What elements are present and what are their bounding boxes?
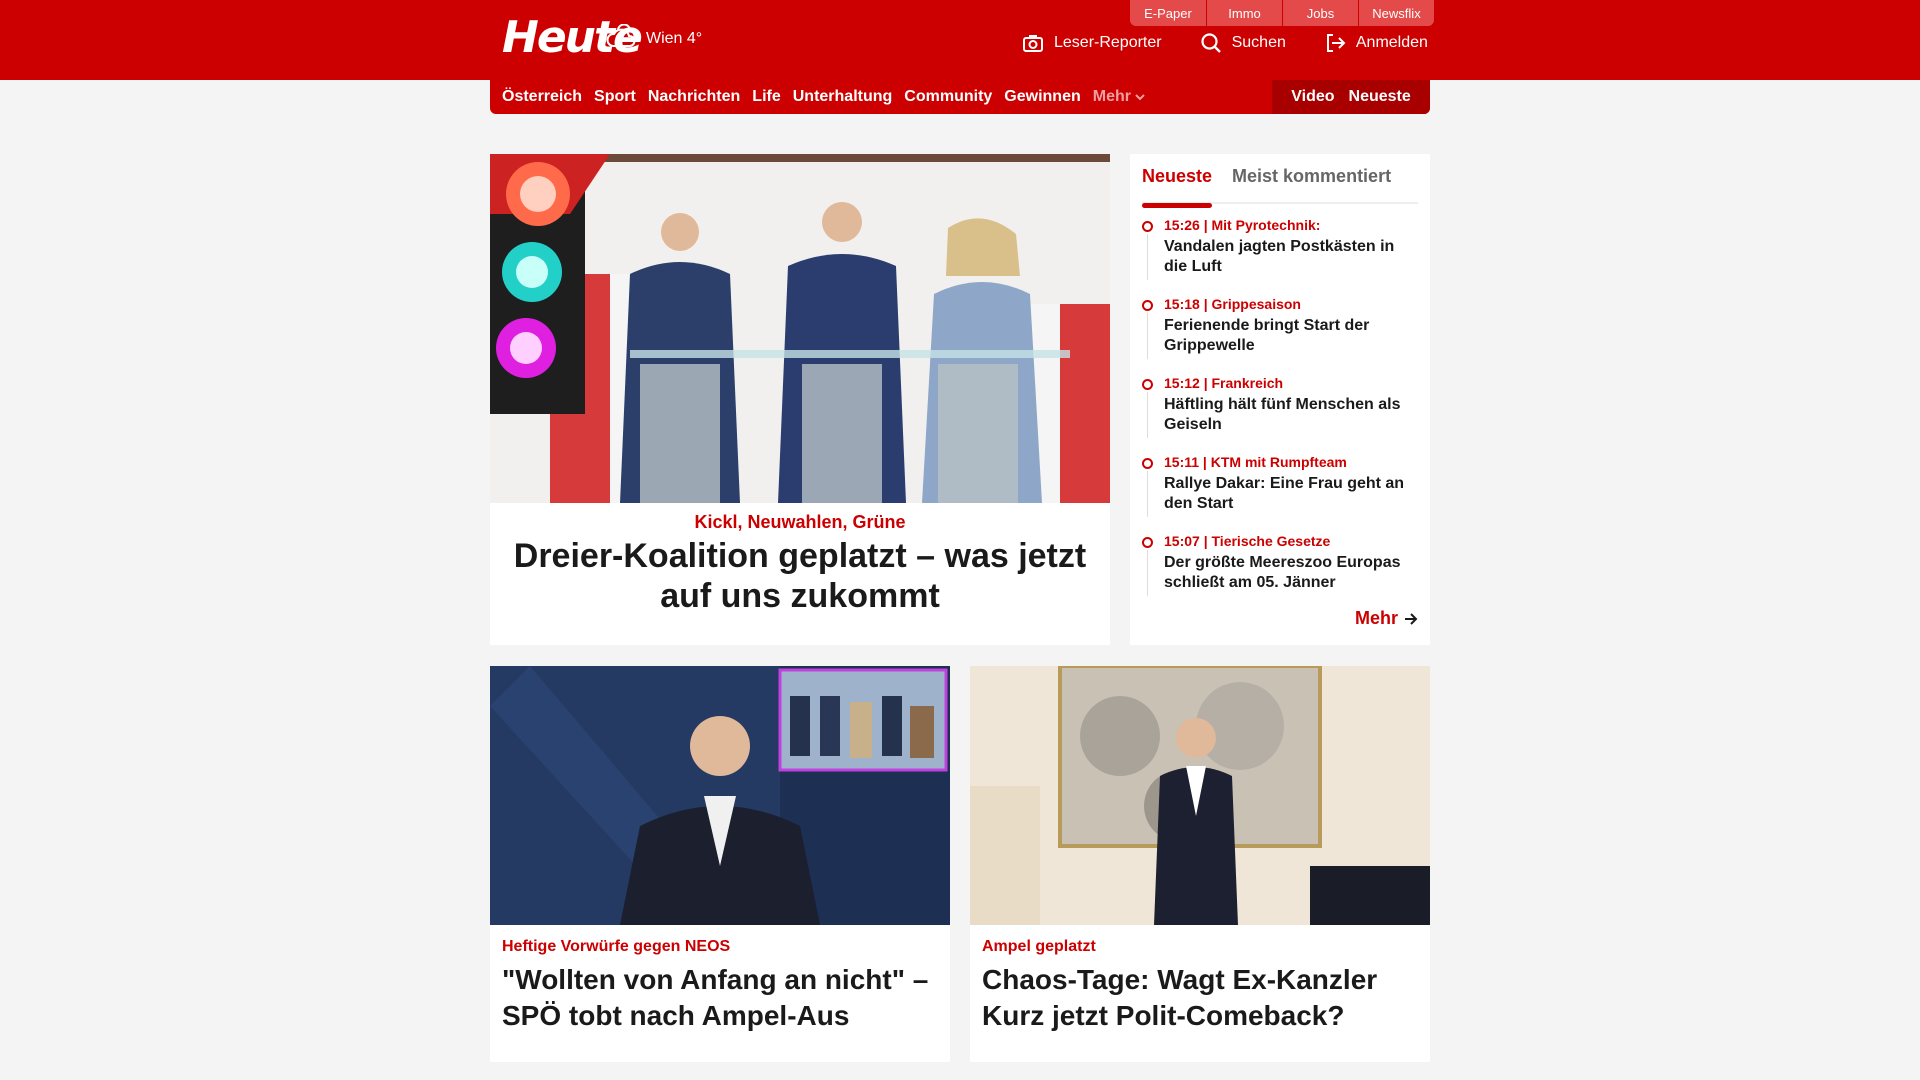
search-icon xyxy=(1201,33,1221,53)
story-card-title[interactable]: "Wollten von Anfang an nicht" – SPÖ tobt… xyxy=(502,962,932,1034)
top-header xyxy=(0,0,1920,80)
nav-item-oesterreich[interactable]: Österreich xyxy=(502,88,582,106)
nav-item-nachrichten[interactable]: Nachrichten xyxy=(648,88,740,106)
ticker-item[interactable]: 15:11 | KTM mit Rumpfteam Rallye Dakar: … xyxy=(1142,453,1418,532)
press-conference-photo xyxy=(490,154,1110,503)
leser-reporter-label: Leser-Reporter xyxy=(1054,34,1162,51)
ticker-meta: 15:18 | Grippesaison xyxy=(1164,296,1301,312)
nav-item-unterhaltung[interactable]: Unterhaltung xyxy=(793,88,893,106)
story-card-kicker[interactable]: Ampel geplatzt xyxy=(982,938,1096,956)
ticker-title[interactable]: Rallye Dakar: Eine Frau geht an den Star… xyxy=(1164,474,1418,514)
chevron-down-icon xyxy=(1135,94,1145,101)
tab-immo[interactable]: Immo xyxy=(1206,0,1282,26)
weather-widget[interactable]: Wien 4° xyxy=(604,24,702,54)
news-ticker-sidebar: Neueste Meist kommentiert 15:26 | Mit Py… xyxy=(1130,154,1430,645)
tab-meist-kommentiert[interactable]: Meist kommentiert xyxy=(1232,162,1391,204)
ticker-meta: 15:11 | KTM mit Rumpfteam xyxy=(1164,454,1347,470)
ticker-meta: 15:07 | Tierische Gesetze xyxy=(1164,533,1331,549)
lead-story[interactable]: Kickl, Neuwahlen, Grüne Dreier-Koalition… xyxy=(490,154,1110,645)
login-label: Anmelden xyxy=(1355,34,1428,51)
lead-story-image[interactable] xyxy=(490,154,1110,503)
nav-right-group: Video Neueste xyxy=(1272,80,1430,114)
ticker-item[interactable]: 15:26 | Mit Pyrotechnik: Vandalen jagten… xyxy=(1142,216,1418,295)
header-actions: Leser-Reporter Suchen Anmelden xyxy=(1022,32,1428,54)
lead-story-kicker[interactable]: Kickl, Neuwahlen, Grüne xyxy=(490,512,1110,533)
kurz-photo xyxy=(970,666,1430,925)
camera-icon xyxy=(1023,35,1043,52)
story-card-spoe[interactable]: Heftige Vorwürfe gegen NEOS "Wollten von… xyxy=(490,666,950,1062)
ticker-item[interactable]: 15:18 | Grippesaison Ferienende bringt S… xyxy=(1142,295,1418,374)
ticker-meta: 15:26 | Mit Pyrotechnik: xyxy=(1164,217,1321,233)
ticker-item[interactable]: 15:12 | Frankreich Häftling hält fünf Me… xyxy=(1142,374,1418,453)
login-button[interactable]: Anmelden xyxy=(1324,32,1428,54)
nav-item-community[interactable]: Community xyxy=(904,88,992,106)
story-card-image[interactable] xyxy=(490,666,950,925)
speaker-photo xyxy=(490,666,950,925)
cloud-sun-icon xyxy=(606,24,636,47)
ticker-item[interactable]: 15:07 | Tierische Gesetze Der größte Mee… xyxy=(1142,532,1418,611)
ticker-title[interactable]: Vandalen jagten Postkästen in die Luft xyxy=(1164,237,1418,277)
arrow-right-icon xyxy=(1405,612,1418,625)
ticker-list: 15:26 | Mit Pyrotechnik: Vandalen jagten… xyxy=(1142,216,1418,611)
tab-jobs[interactable]: Jobs xyxy=(1282,0,1358,26)
main-nav: Österreich Sport Nachrichten Life Unterh… xyxy=(490,80,1430,114)
search-button[interactable]: Suchen xyxy=(1200,32,1286,54)
tab-e-paper[interactable]: E-Paper xyxy=(1130,0,1206,26)
nav-item-life[interactable]: Life xyxy=(752,88,780,106)
story-card-kurz[interactable]: Ampel geplatzt Chaos-Tage: Wagt Ex-Kanzl… xyxy=(970,666,1430,1062)
nav-item-gewinnen[interactable]: Gewinnen xyxy=(1004,88,1080,106)
nav-item-sport[interactable]: Sport xyxy=(594,88,636,106)
ticker-tabs: Neueste Meist kommentiert xyxy=(1142,162,1418,208)
ticker-more-link[interactable]: Mehr xyxy=(1355,608,1418,629)
service-tabs: E-Paper Immo Jobs Newsflix xyxy=(1130,0,1434,26)
lead-story-title[interactable]: Dreier-Koalition geplatzt – was jetzt au… xyxy=(490,536,1110,616)
nav-item-video[interactable]: Video xyxy=(1291,88,1334,106)
story-card-title[interactable]: Chaos-Tage: Wagt Ex-Kanzler Kurz jetzt P… xyxy=(982,962,1412,1034)
ticker-title[interactable]: Häftling hält fünf Menschen als Geiseln xyxy=(1164,395,1418,435)
ticker-meta: 15:12 | Frankreich xyxy=(1164,375,1284,391)
weather-text: Wien 4° xyxy=(646,30,703,47)
login-icon xyxy=(1326,34,1346,52)
nav-more-label: Mehr xyxy=(1092,88,1131,105)
nav-item-neueste[interactable]: Neueste xyxy=(1349,88,1411,106)
leser-reporter-button[interactable]: Leser-Reporter xyxy=(1022,32,1162,54)
ticker-title[interactable]: Ferienende bringt Start der Grippewelle xyxy=(1164,316,1418,356)
search-label: Suchen xyxy=(1231,34,1286,51)
tab-neueste[interactable]: Neueste xyxy=(1142,162,1213,208)
ticker-title[interactable]: Der größte Meereszoo Europas schließt am… xyxy=(1164,553,1418,593)
story-card-kicker[interactable]: Heftige Vorwürfe gegen NEOS xyxy=(502,938,730,956)
story-card-image[interactable] xyxy=(970,666,1430,925)
nav-more-dropdown[interactable]: Mehr xyxy=(1093,88,1145,106)
ticker-more-label: Mehr xyxy=(1354,608,1398,628)
tab-newsflix[interactable]: Newsflix xyxy=(1358,0,1434,26)
